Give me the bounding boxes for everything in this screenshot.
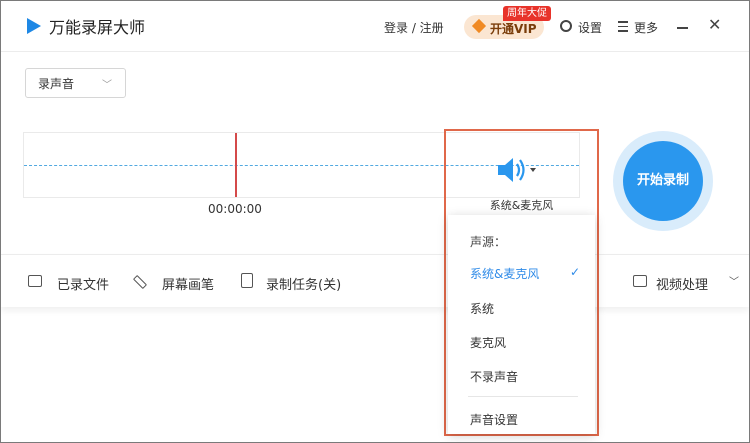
- settings-icon[interactable]: [560, 20, 572, 32]
- vip-gem-icon: [471, 18, 487, 34]
- audio-device-label: 系统&麦克风: [489, 199, 554, 212]
- title-bar: 万能录屏大师 登录 / 注册 开通VIP 周年大促 设置 更多 ✕: [1, 1, 749, 52]
- chevron-down-icon: ﹀: [102, 80, 112, 91]
- more-button[interactable]: 更多: [634, 19, 658, 36]
- app-logo-icon: [27, 18, 41, 34]
- record-source-select[interactable]: 录声音 ﹀: [25, 68, 126, 98]
- minimize-icon[interactable]: [677, 27, 688, 29]
- start-record-ring: 开始录制: [613, 131, 713, 231]
- camera-icon: [28, 275, 42, 287]
- playhead-cursor: [235, 133, 237, 197]
- menu-divider: [468, 396, 578, 397]
- audio-option-none[interactable]: 不录声音: [470, 368, 518, 385]
- record-timer: 00:00:00: [208, 202, 262, 216]
- audio-settings-item[interactable]: 声音设置: [470, 411, 518, 428]
- audio-option-mic[interactable]: 麦克风: [470, 334, 506, 351]
- check-icon: ✓: [570, 265, 581, 279]
- vip-label: 开通VIP: [490, 22, 537, 36]
- audio-source-dropdown: 声源： 系统&麦克风 ✓ 系统 麦克风 不录声音 声音设置: [448, 215, 595, 434]
- close-icon[interactable]: ✕: [708, 17, 721, 33]
- audio-menu-title: 声源：: [470, 235, 507, 249]
- app-window: 万能录屏大师 登录 / 注册 开通VIP 周年大促 设置 更多 ✕ 录声音 ﹀ …: [1, 1, 749, 442]
- menu-icon[interactable]: [618, 21, 628, 35]
- audio-source-panel: 系统&麦克风 声源： 系统&麦克风 ✓ 系统 麦克风 不录声音 声音设置: [444, 129, 599, 436]
- pen-icon: [132, 274, 148, 290]
- clipboard-icon: [241, 273, 253, 288]
- screen-pen-button[interactable]: 屏幕画笔: [162, 274, 214, 293]
- speaker-icon[interactable]: [496, 155, 536, 185]
- login-register-link[interactable]: 登录 / 注册: [384, 19, 444, 36]
- promo-badge: 周年大促: [503, 6, 551, 21]
- record-task-button[interactable]: 录制任务(关): [266, 274, 341, 293]
- audio-option-system-mic[interactable]: 系统&麦克风: [470, 265, 539, 282]
- record-source-value: 录声音: [38, 77, 75, 91]
- start-record-button[interactable]: 开始录制: [623, 141, 703, 221]
- bottom-toolbar: 已录文件 屏幕画笔 录制任务(关) 视频处理 ﹀: [1, 254, 749, 307]
- audio-option-system[interactable]: 系统: [470, 300, 494, 317]
- play-icon: [633, 275, 647, 287]
- app-title: 万能录屏大师: [49, 18, 146, 37]
- recorded-files-button[interactable]: 已录文件: [57, 274, 109, 293]
- video-process-button[interactable]: 视频处理: [656, 274, 708, 293]
- settings-button[interactable]: 设置: [578, 19, 602, 36]
- chevron-down-icon[interactable]: ﹀: [729, 273, 739, 288]
